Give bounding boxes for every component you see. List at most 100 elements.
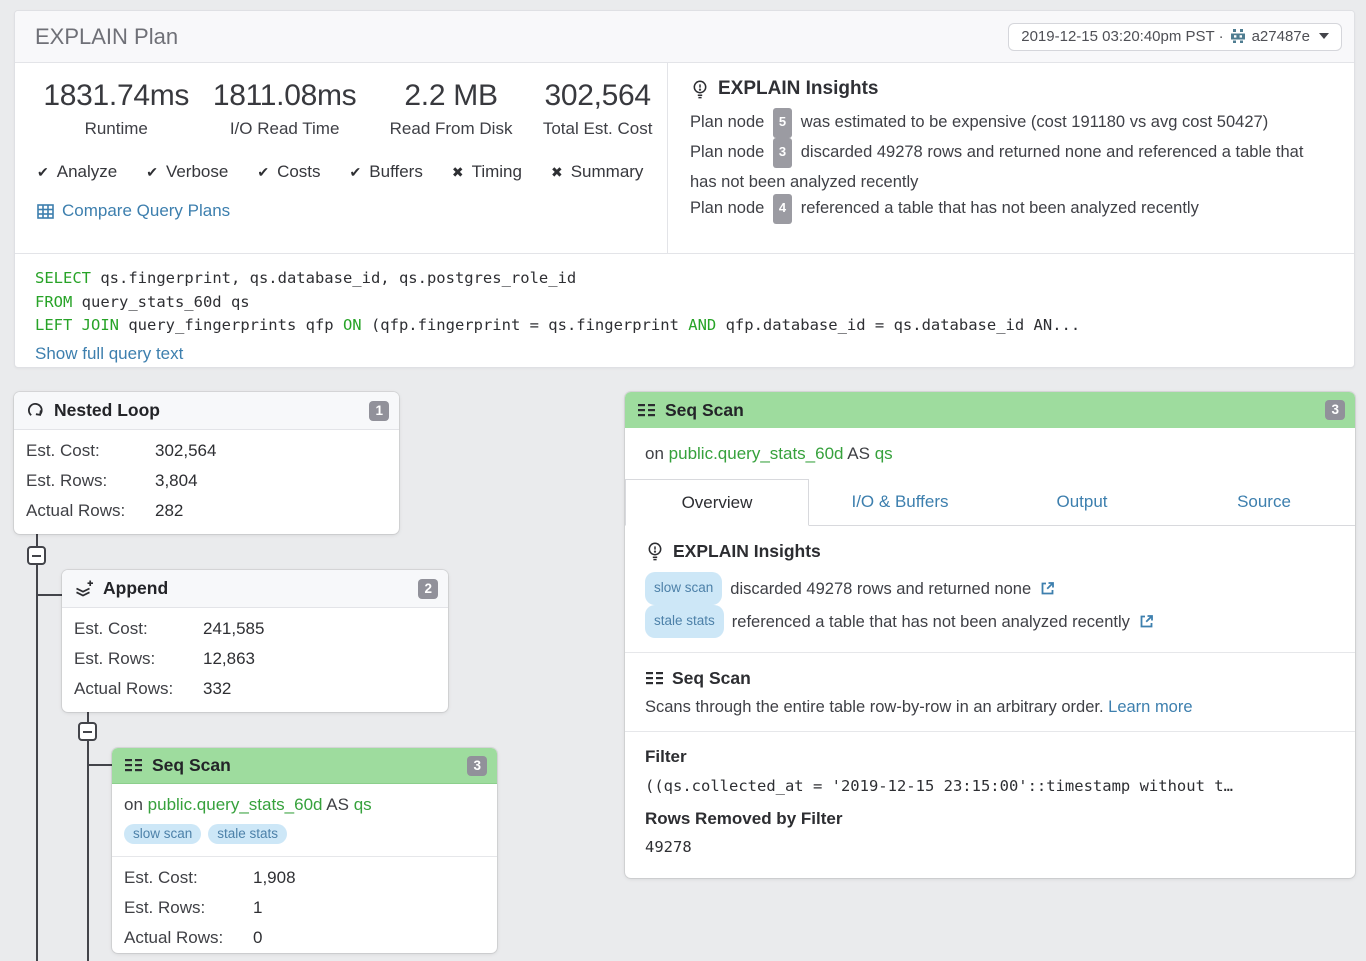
node-stat-row: Est. Cost:241,585: [62, 614, 448, 644]
node-header-selected: Seq Scan 3: [112, 748, 497, 784]
node-header: Nested Loop 1: [14, 392, 399, 430]
node-stat-row: Est. Rows:1: [112, 893, 497, 923]
stat-label: Read From Disk: [374, 119, 529, 139]
tab-output[interactable]: Output: [991, 479, 1173, 525]
sql-text: query_stats_60d qs: [72, 293, 249, 311]
seq-scan-icon: [124, 758, 143, 773]
insight-tag-badge: slow scan: [645, 572, 722, 605]
filter-section: Filter ((qs.collected_at = '2019-12-15 2…: [625, 732, 1355, 870]
table-link[interactable]: public.query_stats_60d: [148, 795, 323, 814]
node-type-info-section: Seq Scan Scans through the entire table …: [625, 653, 1355, 732]
detail-header: Seq Scan 3: [625, 392, 1355, 428]
check-icon: ✔: [350, 164, 362, 181]
explain-option: ✔Costs: [257, 162, 320, 182]
sql-keyword: ON: [343, 316, 362, 334]
plan-node-seq-scan[interactable]: Seq Scan 3 on public.query_stats_60d AS …: [112, 748, 497, 953]
explain-options-row: ✔Analyze✔Verbose✔Costs✔Buffers✖Timing✖Su…: [35, 162, 667, 182]
learn-more-link[interactable]: Learn more: [1108, 698, 1192, 716]
detail-insight-item: stale stats referenced a table that has n…: [645, 605, 1335, 638]
plan-node-nested-loop[interactable]: Nested Loop 1 Est. Cost:302,564 Est. Row…: [14, 392, 399, 534]
tab-source[interactable]: Source: [1173, 479, 1355, 525]
sql-keyword: AND: [688, 316, 716, 334]
card-header: EXPLAIN Plan 2019-12-15 03:20:40pm PST ·…: [15, 11, 1354, 63]
node-stat-row: Actual Rows:0: [112, 923, 497, 953]
node-target: on public.query_stats_60d AS qs slow sca…: [112, 784, 497, 857]
detail-tabs: OverviewI/O & BuffersOutputSource: [625, 479, 1355, 526]
node-stat-row: Est. Rows:3,804: [14, 466, 399, 496]
plan-node-badge[interactable]: 5: [773, 108, 792, 138]
stat-value: 1831.74ms: [37, 79, 195, 113]
stat-label: Total Est. Cost: [528, 119, 667, 139]
sql-text: qfp.database_id = qs.database_id AN...: [716, 316, 1080, 334]
compare-link-label: Compare Query Plans: [62, 201, 230, 221]
page-title: EXPLAIN Plan: [35, 24, 1008, 50]
insight-item: Plan node 3 discarded 49278 rows and ret…: [690, 139, 1334, 196]
collapse-node-2-button[interactable]: [78, 722, 97, 741]
plan-timestamp-dropdown[interactable]: 2019-12-15 03:20:40pm PST · a27487e: [1008, 23, 1342, 51]
node-tags: slow scanstale stats: [124, 824, 485, 844]
detail-insights-section: EXPLAIN Insights slow scandiscarded 4927…: [625, 526, 1355, 653]
node-stat-row: Actual Rows:282: [14, 496, 399, 526]
stat-value: 2.2 MB: [374, 79, 529, 113]
compare-query-plans-link[interactable]: Compare Query Plans: [35, 201, 667, 221]
node-type-title: Seq Scan: [672, 668, 751, 689]
explain-option: ✖Timing: [452, 162, 522, 182]
detail-insight-item: slow scandiscarded 49278 rows and return…: [645, 572, 1335, 605]
explain-option: ✔ Verbose: [146, 162, 228, 182]
sql-text: (qfp.fingerprint = qs.fingerprint: [362, 316, 689, 334]
alias-link[interactable]: qs: [354, 795, 372, 814]
tree-connector-vertical-1: [36, 525, 38, 961]
plan-node-badge[interactable]: 4: [773, 194, 792, 224]
rows-removed-label: Rows Removed by Filter: [645, 809, 1335, 829]
chevron-down-icon: [1319, 33, 1329, 39]
alias-link[interactable]: qs: [875, 444, 893, 463]
node-title: Append: [103, 578, 409, 599]
sql-keyword: SELECT: [35, 269, 91, 287]
node-stat-row: Est. Cost:302,564: [14, 436, 399, 466]
stat-label: Runtime: [37, 119, 195, 139]
seq-scan-icon: [637, 403, 656, 418]
tab-overview[interactable]: Overview: [625, 479, 809, 526]
explain-option: ✖Summary: [551, 162, 643, 182]
detail-insights-title: EXPLAIN Insights: [673, 541, 821, 562]
seq-scan-icon: [645, 671, 664, 686]
external-link-icon[interactable]: [1138, 613, 1155, 630]
insight-text: referenced a table that has not been ana…: [796, 199, 1199, 217]
sql-keyword: FROM: [35, 293, 72, 311]
timestamp-text: 2019-12-15 03:20:40pm PST ·: [1021, 28, 1223, 45]
node-number-badge: 1: [369, 401, 389, 421]
node-tag-badge: slow scan: [124, 824, 201, 844]
node-stat-row: Est. Cost:1,908: [112, 863, 497, 893]
table-link[interactable]: public.query_stats_60d: [669, 444, 844, 463]
append-icon: [74, 579, 94, 598]
show-full-query-link[interactable]: Show full query text: [35, 342, 183, 366]
check-icon: ✔: [146, 164, 158, 181]
plan-node-badge[interactable]: 3: [773, 138, 792, 168]
collapse-node-1-button[interactable]: [27, 546, 46, 565]
stat: 1811.08msI/O Read Time: [195, 79, 373, 139]
insight-text: referenced a table that has not been ana…: [732, 608, 1130, 636]
detail-target: on public.query_stats_60d AS qs: [625, 428, 1355, 479]
explain-option: ✔Buffers: [350, 162, 423, 182]
node-type-description: Scans through the entire table row-by-ro…: [645, 698, 1104, 716]
tab-i-o-buffers[interactable]: I/O & Buffers: [809, 479, 991, 525]
node-stat-row: Est. Rows:12,863: [62, 644, 448, 674]
node-number-badge: 3: [1325, 400, 1345, 420]
explain-option: ✔Analyze: [37, 162, 117, 182]
option-label: Costs: [277, 162, 320, 182]
insight-tag-badge: stale stats: [645, 605, 724, 638]
node-detail-panel: Seq Scan 3 on public.query_stats_60d AS …: [625, 392, 1355, 878]
insights-panel-title: EXPLAIN Insights: [718, 78, 878, 100]
detail-title: Seq Scan: [665, 400, 1316, 421]
sql-line: FROM query_stats_60d qs: [35, 291, 1334, 315]
plan-node-append[interactable]: Append 2 Est. Cost:241,585 Est. Rows:12,…: [62, 570, 448, 712]
insight-prefix: Plan node: [690, 113, 769, 131]
commit-hash: a27487e: [1252, 28, 1310, 45]
option-label: Verbose: [166, 162, 228, 182]
sql-keyword: LEFT JOIN: [35, 316, 119, 334]
node-stat-row: Actual Rows:332: [62, 674, 448, 704]
external-link-icon[interactable]: [1039, 580, 1056, 597]
grid-icon: [37, 204, 54, 219]
stat-value: 302,564: [528, 79, 667, 113]
sql-text: qs.fingerprint, qs.database_id, qs.postg…: [91, 269, 576, 287]
